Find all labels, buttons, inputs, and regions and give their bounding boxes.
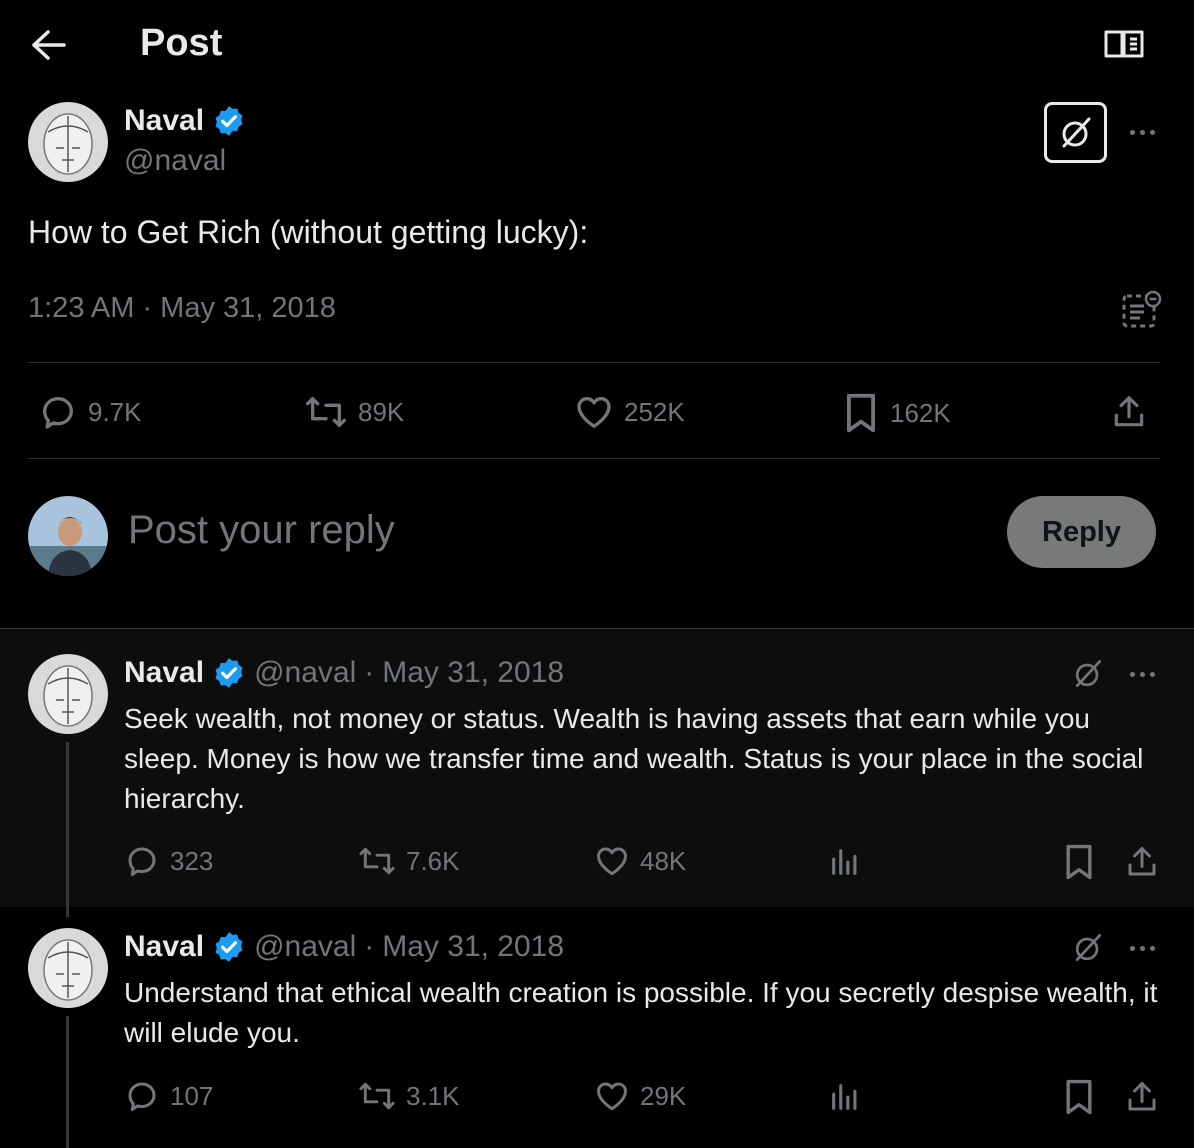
bookmark-count: 162K <box>890 397 951 428</box>
reply-text: Seek wealth, not money or status. Wealth… <box>124 703 1144 814</box>
repost-action[interactable]: 3.1K <box>358 1078 460 1114</box>
views-icon[interactable] <box>828 845 862 879</box>
views-icon[interactable] <box>828 1080 862 1114</box>
reply-action[interactable]: 323 <box>124 843 213 879</box>
reply-input[interactable]: Post your reply <box>128 508 395 553</box>
share-icon[interactable] <box>1124 843 1160 881</box>
divider <box>28 458 1160 459</box>
like-action[interactable]: 252K <box>574 392 685 432</box>
repost-icon <box>358 1078 396 1114</box>
bookmark-icon[interactable] <box>1062 843 1096 881</box>
separator-dot: · <box>364 930 375 963</box>
repost-icon <box>304 392 348 432</box>
author-name[interactable]: Naval <box>124 930 204 964</box>
tweet-text: How to Get Rich (without getting lucky): <box>28 214 589 250</box>
thread-line <box>66 1016 69 1148</box>
bookmark-icon <box>842 392 880 434</box>
thread-line <box>66 742 69 917</box>
author-name[interactable]: Naval <box>124 104 204 138</box>
reply-action[interactable]: 107 <box>124 1078 213 1114</box>
like-count: 29K <box>640 1080 687 1111</box>
like-action[interactable]: 48K <box>594 843 686 879</box>
reply-action[interactable]: 9.7K <box>38 392 142 432</box>
repost-count: 7.6K <box>406 845 460 876</box>
grok-button[interactable] <box>1044 102 1107 163</box>
grok-icon[interactable] <box>1070 656 1106 692</box>
analytics-icon[interactable] <box>1120 290 1162 330</box>
repost-count: 3.1K <box>406 1080 460 1111</box>
reply-icon <box>38 392 78 432</box>
reply-icon <box>124 843 160 879</box>
like-count: 48K <box>640 845 687 876</box>
avatar[interactable] <box>28 654 108 734</box>
repost-action[interactable]: 7.6K <box>358 843 460 879</box>
user-avatar[interactable] <box>28 496 108 576</box>
like-count: 252K <box>624 396 685 427</box>
author-handle[interactable]: @naval <box>254 656 356 690</box>
repost-count: 89K <box>358 396 405 427</box>
like-icon <box>574 392 614 432</box>
repost-action[interactable]: 89K <box>304 392 404 432</box>
like-icon <box>594 843 630 879</box>
reply-count: 9.7K <box>88 396 142 427</box>
reply-count: 323 <box>170 845 214 876</box>
reply-header: Naval @naval · May 31, 2018 <box>124 930 564 964</box>
share-icon[interactable] <box>1124 1078 1160 1116</box>
tweet-timestamp[interactable]: 1:23 AM · May 31, 2018 <box>28 292 336 325</box>
reply-button[interactable]: Reply <box>1007 496 1156 568</box>
verified-icon <box>212 104 246 138</box>
avatar[interactable] <box>28 102 108 182</box>
reply-icon <box>124 1078 160 1114</box>
reply-date[interactable]: May 31, 2018 <box>382 930 564 964</box>
author-handle[interactable]: @naval <box>124 144 226 178</box>
verified-icon <box>212 656 246 690</box>
grok-icon <box>1056 113 1096 153</box>
page-title: Post <box>140 22 223 64</box>
avatar[interactable] <box>28 928 108 1008</box>
separator-dot: · <box>364 656 375 689</box>
reply-header: Naval @naval · May 31, 2018 <box>124 656 564 690</box>
author-name[interactable]: Naval <box>124 656 204 690</box>
more-icon[interactable] <box>1124 125 1160 139</box>
like-icon <box>594 1078 630 1114</box>
grok-icon[interactable] <box>1070 930 1106 966</box>
reply-date[interactable]: May 31, 2018 <box>382 656 564 690</box>
bookmark-action[interactable]: 162K <box>842 392 951 434</box>
bookmark-icon[interactable] <box>1062 1078 1096 1116</box>
more-icon[interactable] <box>1124 667 1160 681</box>
verified-icon <box>212 930 246 964</box>
reply-text: Understand that ethical wealth creation … <box>124 977 1158 1048</box>
author-handle[interactable]: @naval <box>254 930 356 964</box>
reader-mode-icon[interactable] <box>1102 28 1146 60</box>
repost-icon <box>358 843 396 879</box>
back-arrow-icon[interactable] <box>30 28 68 62</box>
more-icon[interactable] <box>1124 941 1160 955</box>
divider <box>28 362 1160 363</box>
like-action[interactable]: 29K <box>594 1078 686 1114</box>
share-icon[interactable] <box>1110 392 1148 432</box>
reply-count: 107 <box>170 1080 214 1111</box>
